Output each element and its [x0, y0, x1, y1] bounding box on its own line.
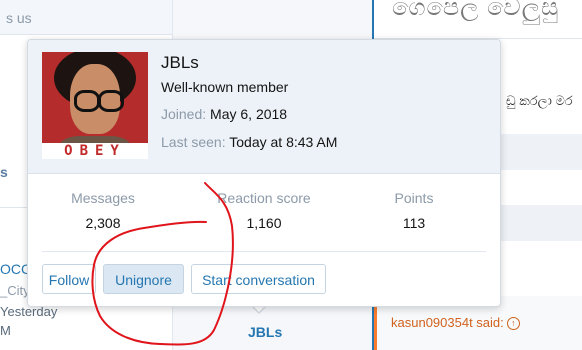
stat-points[interactable]: Points 113	[339, 190, 489, 231]
stat-value: 113	[402, 215, 426, 231]
avatar-glasses-right	[98, 90, 124, 112]
stat-label: Points	[394, 190, 434, 206]
member-tooltip: OBEY JBLs Well-known member Joined: May …	[27, 39, 501, 307]
left-header-text: s us	[6, 10, 32, 26]
quote-author-text[interactable]: kasun090354t said:	[391, 315, 504, 330]
avatar-caption: OBEY	[42, 143, 148, 159]
quote-author[interactable]: kasun090354t said: ↑	[391, 315, 520, 331]
avatar[interactable]: OBEY	[42, 52, 148, 159]
member-title: Well-known member	[161, 79, 289, 95]
message-body-text: ඩු කරලා මර	[506, 93, 573, 108]
follow-button[interactable]: Follow	[42, 264, 96, 294]
start-conversation-button[interactable]: Start conversation	[191, 264, 326, 294]
last-seen-row: Last seen: Today at 8:43 AM	[161, 134, 337, 150]
left-letter: s	[0, 164, 8, 180]
joined-row: Joined: May 6, 2018	[161, 106, 287, 122]
stat-messages[interactable]: Messages 2,308	[28, 190, 178, 231]
last-seen-value: Today at 8:43 AM	[229, 134, 338, 150]
stat-value: 2,308	[85, 215, 121, 231]
member-username[interactable]: JBLs	[161, 53, 199, 73]
left-header-strip: s us	[0, 0, 172, 35]
left-location: _City	[0, 283, 30, 298]
stat-value: 1,160	[246, 215, 282, 231]
card-divider	[42, 251, 486, 252]
left-timestamp-suffix: M	[0, 323, 11, 338]
member-tooltip-header: OBEY JBLs Well-known member Joined: May …	[28, 40, 500, 174]
message-username[interactable]: JBLs	[248, 324, 282, 340]
stat-label: Reaction score	[217, 190, 311, 206]
stat-reaction-score: Reaction score 1,160	[189, 190, 339, 231]
unignore-button[interactable]: Unignore	[103, 264, 184, 294]
avatar-glasses-left	[74, 90, 100, 112]
joined-value: May 6, 2018	[210, 106, 288, 122]
message-heading-text: ගෙපෙල වෙලුසු	[392, 0, 560, 21]
last-seen-label: Last seen:	[161, 134, 226, 150]
stat-label: Messages	[71, 190, 135, 206]
arrow-up-circle-icon[interactable]: ↑	[506, 317, 520, 331]
joined-label: Joined:	[161, 106, 207, 122]
